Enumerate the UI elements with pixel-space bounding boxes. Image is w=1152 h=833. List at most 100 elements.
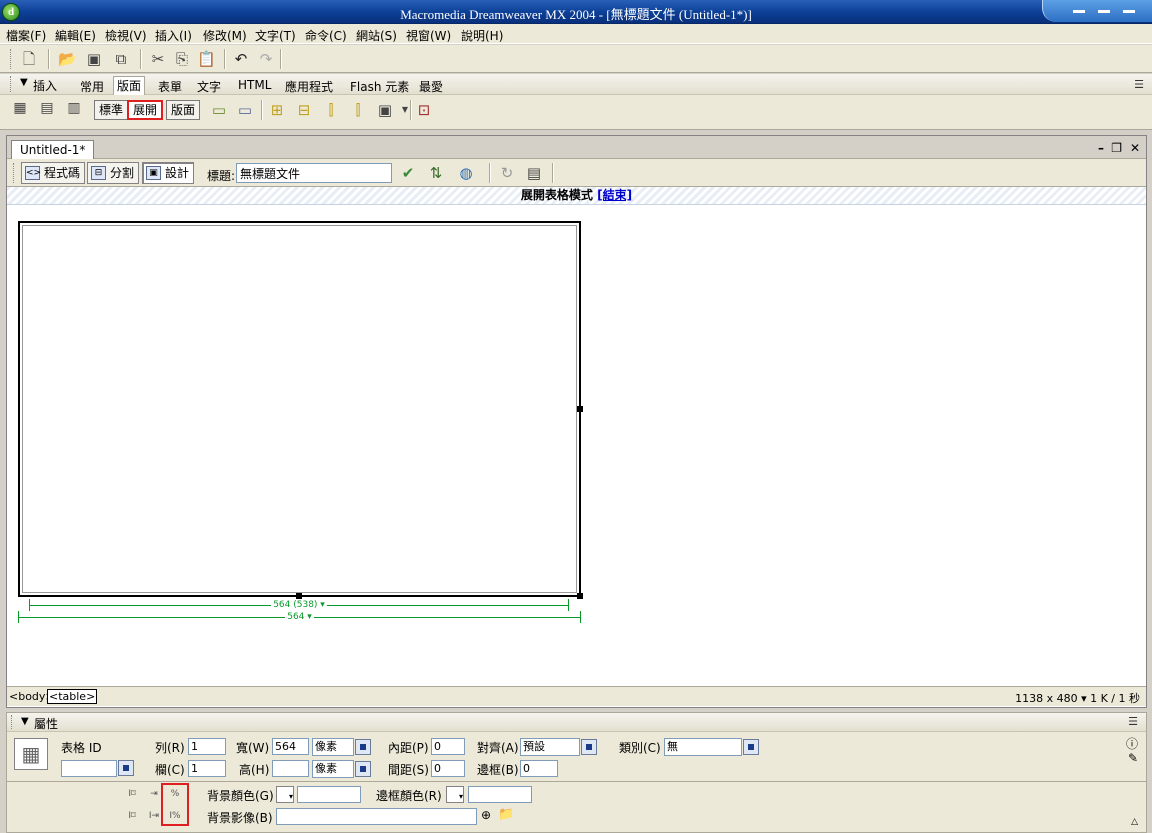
menu-file[interactable]: 檔案(F) — [6, 27, 46, 44]
insert-div-icon[interactable]: ▥ — [65, 99, 83, 117]
toolbar-grip[interactable] — [13, 163, 16, 183]
width-unit-select[interactable]: 像素 — [312, 738, 354, 756]
paste-icon[interactable]: 📋 — [197, 50, 216, 68]
insert-bar-header[interactable]: ▼ 插入 常用 版面 表單 文字 HTML 應用程式 Flash 元素 最愛 ☰ — [0, 74, 1152, 95]
tab-common[interactable]: 常用 — [80, 78, 104, 95]
clear-row-heights-icon[interactable]: I⌑ — [124, 787, 140, 801]
doc-close-icon[interactable]: ✕ — [1130, 141, 1140, 155]
insert-column-left-icon[interactable]: ⫿ — [322, 101, 340, 119]
menu-modify[interactable]: 修改(M) — [203, 27, 247, 44]
save-all-icon[interactable]: ⧉ — [112, 50, 130, 68]
panel-grip[interactable] — [11, 715, 14, 729]
exit-expanded-mode-link[interactable]: [結束] — [597, 188, 632, 202]
menu-commands[interactable]: 命令(C) — [305, 27, 347, 44]
refresh-icon[interactable]: ↻ — [498, 164, 516, 182]
validate-icon[interactable]: ✔ — [399, 164, 417, 182]
help-icon[interactable]: ⓘ — [1126, 735, 1138, 752]
tab-forms[interactable]: 表單 — [158, 78, 182, 95]
rows-input[interactable]: 1 — [188, 738, 226, 755]
cut-icon[interactable]: ✂ — [149, 50, 167, 68]
options-menu-icon[interactable]: ☰ — [1134, 78, 1144, 91]
preview-browser-icon[interactable]: ◍ — [457, 164, 475, 182]
tab-application[interactable]: 應用程式 — [285, 78, 333, 95]
menu-site[interactable]: 網站(S) — [356, 27, 397, 44]
undo-icon[interactable]: ↶ — [232, 50, 250, 68]
table-cell[interactable] — [22, 225, 577, 593]
browse-folder-icon[interactable]: 📁 — [498, 807, 514, 822]
height-unit-dropdown[interactable] — [355, 761, 371, 777]
window-controls[interactable] — [1042, 0, 1152, 22]
width-input[interactable]: 564 — [272, 738, 309, 755]
insert-table-icon[interactable]: ▦ — [11, 99, 29, 117]
layout-mode-button[interactable]: 版面 — [166, 100, 201, 120]
panel-grip[interactable] — [10, 76, 13, 92]
align-dropdown[interactable] — [581, 739, 597, 755]
inner-width-guide[interactable]: 564 (538) ▾ — [29, 599, 569, 611]
layout-cell-icon[interactable]: ▭ — [236, 101, 254, 119]
redo-icon[interactable]: ↷ — [257, 50, 275, 68]
design-canvas[interactable]: 564 (538) ▾ 564 ▾ — [7, 206, 1146, 686]
selected-table[interactable] — [18, 221, 583, 599]
expand-panel-icon[interactable]: △ — [1131, 817, 1138, 827]
expanded-mode-button[interactable]: 展開 — [127, 100, 164, 120]
height-input[interactable] — [272, 760, 309, 777]
standard-mode-button[interactable]: 標準 — [94, 100, 129, 120]
minimize-icon[interactable] — [1073, 10, 1085, 13]
document-tab[interactable]: Untitled-1* — [11, 140, 95, 160]
insert-table-row-icon[interactable]: ▤ — [38, 99, 56, 117]
menu-edit[interactable]: 編輯(E) — [55, 27, 96, 44]
point-to-file-icon[interactable]: ⊕ — [481, 808, 491, 822]
insert-row-below-icon[interactable]: ⊟ — [295, 101, 313, 119]
layout-table-icon[interactable]: ▭ — [210, 101, 228, 119]
collapse-triangle-icon[interactable]: ▼ — [20, 77, 28, 88]
table-id-input[interactable] — [61, 760, 117, 777]
code-view-button[interactable]: <> 程式碼 — [21, 162, 86, 184]
window-size-readout[interactable]: 1138 x 480 ▾ 1 K / 1 秒 — [1015, 690, 1140, 706]
collapse-triangle-icon[interactable]: ▼ — [21, 716, 29, 727]
insert-column-right-icon[interactable]: ⫿ — [349, 101, 367, 119]
tab-layout[interactable]: 版面 — [113, 76, 146, 95]
file-transfer-icon[interactable]: ⇅ — [427, 164, 445, 182]
class-dropdown[interactable] — [743, 739, 759, 755]
table-id-dropdown[interactable] — [118, 760, 134, 776]
toolbar-grip[interactable] — [10, 49, 13, 69]
tab-html[interactable]: HTML — [238, 78, 271, 92]
properties-header[interactable]: ▼ 屬性 ☰ — [7, 713, 1146, 732]
outer-width-guide[interactable]: 564 ▾ — [18, 611, 581, 623]
border-input[interactable]: 0 — [520, 760, 558, 777]
bg-color-swatch[interactable]: ▾ — [276, 786, 294, 803]
tab-favorites[interactable]: 最愛 — [419, 78, 443, 95]
tabular-data-icon[interactable]: ⊡ — [415, 101, 433, 119]
clear-column-widths-icon[interactable]: I⌑ — [124, 809, 140, 823]
options-menu-icon[interactable]: ☰ — [1128, 715, 1138, 728]
resize-handle-corner[interactable] — [577, 593, 583, 599]
tab-text[interactable]: 文字 — [197, 78, 221, 95]
new-file-icon[interactable]: 🗋 — [20, 50, 38, 68]
menu-view[interactable]: 檢視(V) — [105, 27, 147, 44]
design-view-button[interactable]: ▣ 設計 — [142, 162, 195, 184]
class-select[interactable]: 無 — [664, 738, 742, 756]
convert-heights-pixels-icon[interactable]: I⇥ — [146, 809, 162, 823]
width-unit-dropdown[interactable] — [355, 739, 371, 755]
tag-selector-table[interactable]: <table> — [47, 689, 98, 704]
insert-row-above-icon[interactable]: ⊞ — [268, 101, 286, 119]
view-options-icon[interactable]: ▤ — [525, 164, 543, 182]
cols-input[interactable]: 1 — [188, 760, 226, 777]
document-title-input[interactable] — [236, 163, 392, 183]
menu-help[interactable]: 說明(H) — [461, 27, 503, 44]
menu-text[interactable]: 文字(T) — [255, 27, 296, 44]
bg-image-input[interactable] — [276, 808, 477, 825]
border-color-swatch[interactable]: ▾ — [446, 786, 464, 803]
height-unit-select[interactable]: 像素 — [312, 760, 354, 778]
doc-minimize-icon[interactable]: – — [1098, 141, 1104, 155]
tab-flash-elements[interactable]: Flash 元素 — [350, 78, 409, 95]
close-icon[interactable] — [1123, 10, 1135, 13]
menu-window[interactable]: 視窗(W) — [406, 27, 451, 44]
save-icon[interactable]: ▣ — [85, 50, 103, 68]
menu-insert[interactable]: 插入(I) — [155, 27, 192, 44]
open-folder-icon[interactable]: 📂 — [58, 50, 77, 68]
spacing-input[interactable]: 0 — [431, 760, 465, 777]
align-select[interactable]: 預設 — [520, 738, 580, 756]
frames-icon[interactable]: ▣ — [376, 101, 394, 119]
split-view-button[interactable]: ⊟ 分割 — [87, 162, 140, 184]
